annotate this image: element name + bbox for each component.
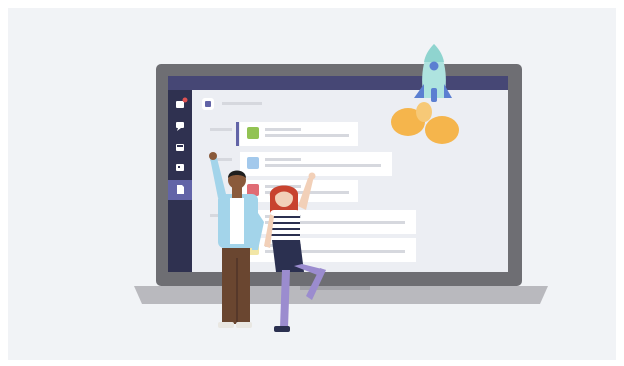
- team-avatar-glyph: [205, 101, 211, 107]
- teams-icon: [176, 144, 184, 151]
- rocket-flame: [425, 116, 459, 144]
- avatar: [247, 157, 259, 169]
- rocket-window: [429, 61, 439, 71]
- illustration: [134, 44, 548, 332]
- app-header-bar: [168, 76, 508, 90]
- files-icon: [177, 185, 184, 194]
- calendar-icon: [176, 164, 184, 171]
- avatar: [247, 127, 259, 139]
- channel-title-placeholder: [222, 102, 262, 105]
